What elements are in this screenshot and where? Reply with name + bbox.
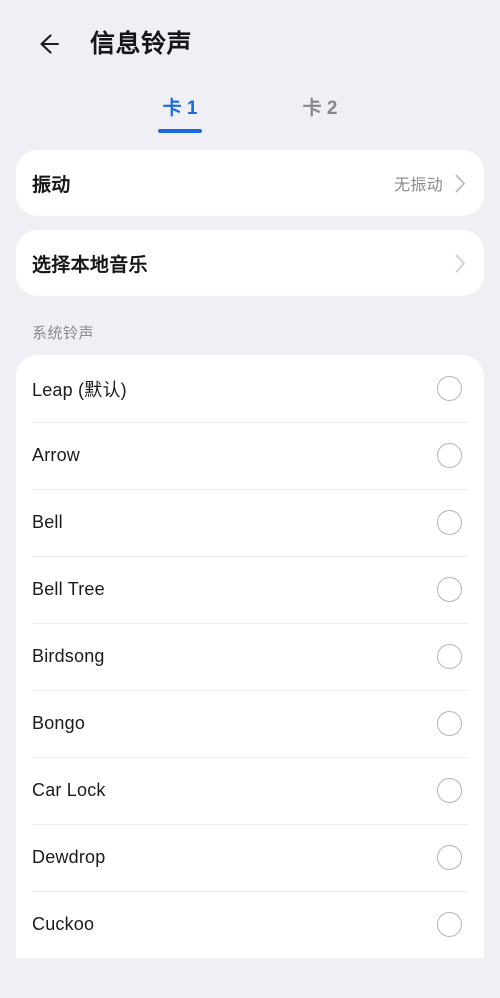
- vibration-row[interactable]: 振动 无振动: [16, 150, 484, 216]
- vibration-card: 振动 无振动: [16, 150, 484, 216]
- list-item[interactable]: Cuckoo: [16, 891, 484, 958]
- radio-button[interactable]: [437, 510, 462, 535]
- ringtone-label: Cuckoo: [32, 914, 95, 934]
- tab-bar: 卡 1 卡 2: [0, 88, 500, 150]
- radio-button[interactable]: [437, 577, 462, 602]
- chevron-right-icon: [455, 174, 466, 193]
- list-item[interactable]: Arrow: [16, 422, 484, 489]
- select-local-music-label: 选择本地音乐: [32, 254, 148, 276]
- radio-button[interactable]: [437, 912, 462, 937]
- tab-card-1[interactable]: 卡 1: [152, 96, 208, 133]
- ringtone-label: Bell Tree: [32, 579, 105, 599]
- list-item[interactable]: Leap (默认): [16, 355, 484, 422]
- vibration-value: 无振动: [394, 177, 443, 194]
- page-title: 信息铃声: [90, 29, 193, 58]
- system-ringtones-section-header: 系统铃声: [32, 325, 95, 342]
- list-item[interactable]: Bongo: [16, 690, 484, 757]
- select-local-music-row[interactable]: 选择本地音乐: [16, 230, 484, 296]
- list-item[interactable]: Car Lock: [16, 757, 484, 824]
- ringtone-label: Bell: [32, 512, 63, 532]
- ringtone-label: Birdsong: [32, 646, 105, 666]
- list-item[interactable]: Bell Tree: [16, 556, 484, 623]
- radio-button[interactable]: [437, 376, 462, 401]
- local-music-card: 选择本地音乐: [16, 230, 484, 296]
- ringtone-label: Bongo: [32, 713, 86, 733]
- radio-button[interactable]: [437, 644, 462, 669]
- list-item[interactable]: Bell: [16, 489, 484, 556]
- ringtone-label: Leap (默认): [32, 379, 127, 400]
- tab-card-1-label: 卡 1: [162, 98, 198, 119]
- tab-inactive-indicator: [298, 129, 342, 133]
- app-bar: 信息铃声: [0, 0, 500, 88]
- radio-button[interactable]: [437, 778, 462, 803]
- list-item[interactable]: Birdsong: [16, 623, 484, 690]
- tab-active-indicator: [158, 129, 202, 133]
- chevron-right-icon: [455, 254, 466, 273]
- arrow-left-icon: [33, 29, 63, 59]
- ringtone-label: Dewdrop: [32, 847, 106, 867]
- ringtone-label: Car Lock: [32, 780, 106, 800]
- list-item[interactable]: Dewdrop: [16, 824, 484, 891]
- radio-button[interactable]: [437, 711, 462, 736]
- tab-card-2[interactable]: 卡 2: [292, 96, 348, 133]
- ringtone-label: Arrow: [32, 445, 81, 465]
- back-button[interactable]: [28, 24, 68, 64]
- vibration-label: 振动: [32, 174, 71, 196]
- radio-button[interactable]: [437, 443, 462, 468]
- radio-button[interactable]: [437, 845, 462, 870]
- system-ringtone-list: Leap (默认) Arrow Bell Bell Tree Birdsong …: [16, 355, 484, 958]
- tab-card-2-label: 卡 2: [302, 98, 338, 119]
